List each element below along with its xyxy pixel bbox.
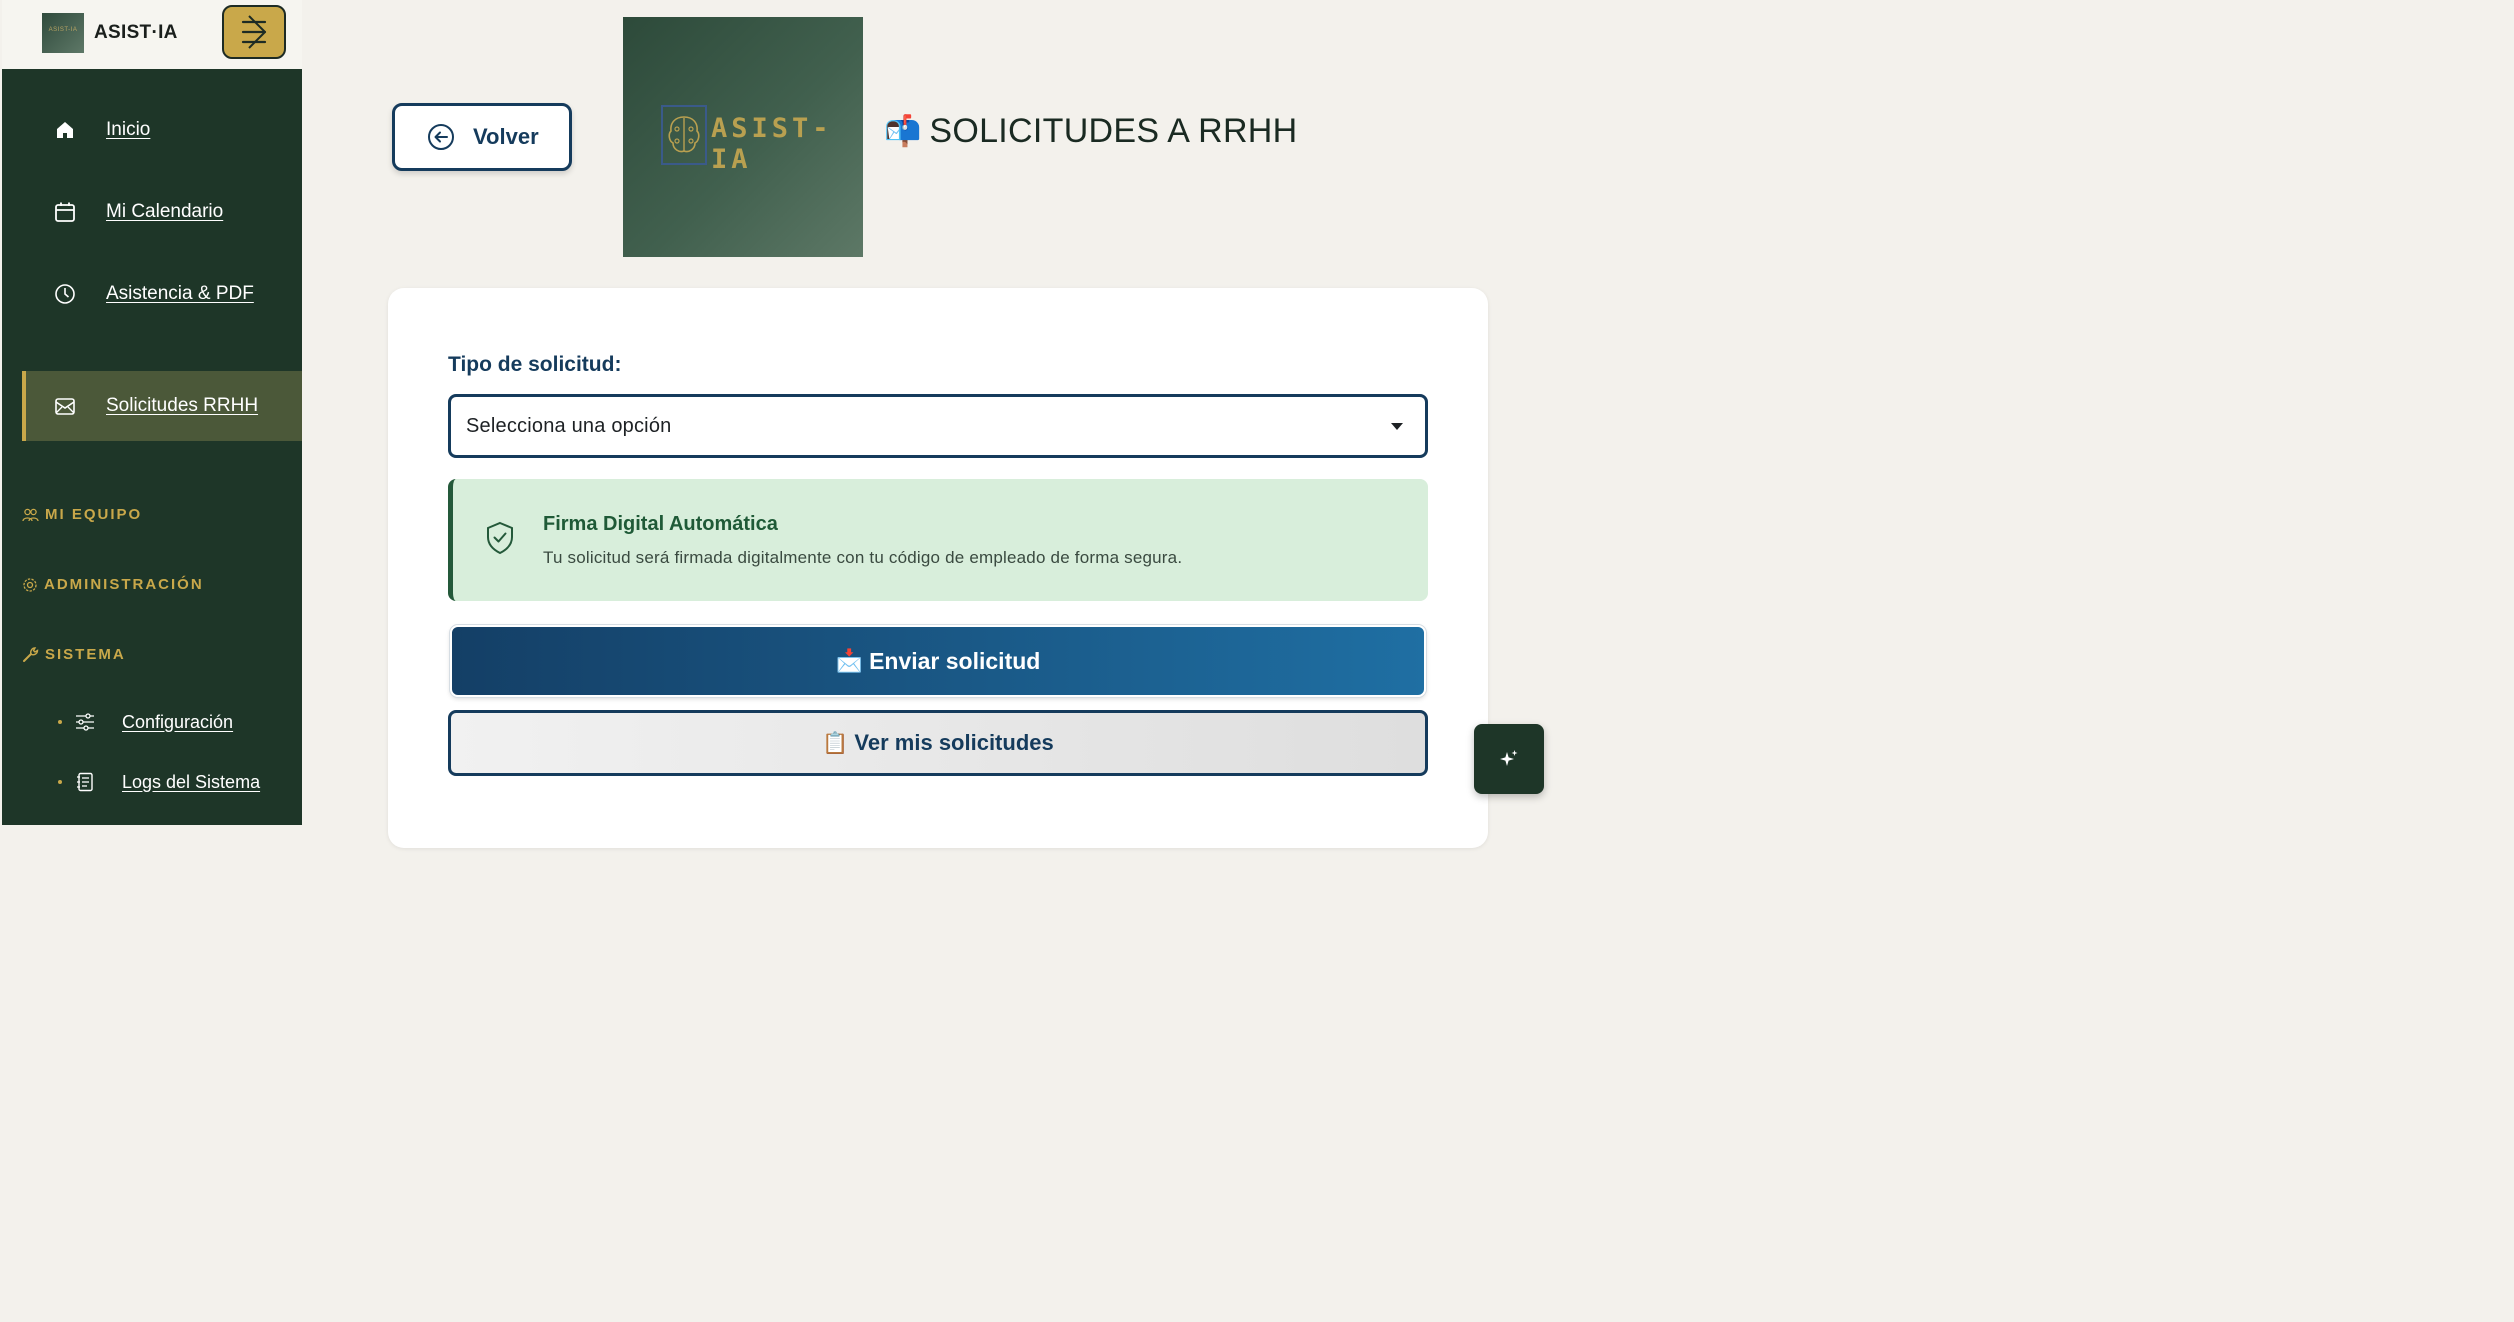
digital-signature-notice: Firma Digital Automática Tu solicitud se… (448, 479, 1428, 601)
view-requests-label: Ver mis solicitudes (854, 730, 1054, 755)
page-title: 📬 SOLICITUDES A RRHH (884, 112, 1298, 151)
section-label: SISTEMA (45, 646, 126, 663)
sidebar-item-label: Inicio (106, 119, 151, 140)
bullet-dot (58, 780, 62, 784)
home-icon (54, 119, 76, 141)
request-type-label: Tipo de solicitud: (448, 353, 622, 376)
section-label: ADMINISTRACIÓN (44, 576, 204, 593)
sidebar-item-solicitudes[interactable]: Solicitudes RRHH (22, 371, 302, 441)
envelope-icon: 📩 (835, 648, 864, 674)
inbox-icon (54, 395, 76, 417)
section-administracion[interactable]: ADMINISTRACIÓN (22, 576, 204, 593)
clipboard-icon: 📋 (822, 730, 849, 755)
calendar-icon (54, 201, 76, 223)
sidebar-item-label: Mi Calendario (106, 201, 224, 222)
view-requests-button[interactable]: 📋 Ver mis solicitudes (448, 710, 1428, 776)
sidebar: Inicio Mi Calendario Asistencia & PDF So… (2, 69, 302, 825)
request-form-card: Tipo de solicitud: Selecciona una opción… (388, 288, 1488, 848)
sidebar-item-label: Asistencia & PDF (106, 283, 254, 304)
notice-title: Firma Digital Automática (543, 513, 778, 535)
sidebar-item-configuracion[interactable]: Configuración (58, 711, 233, 733)
sidebar-item-inicio[interactable]: Inicio (22, 107, 302, 153)
brand-logo: ASIST-IA (42, 13, 84, 53)
hero-logo-text: ASIST-IA (711, 113, 833, 175)
submit-request-button[interactable]: 📩 Enviar solicitud (450, 625, 1426, 697)
back-button-label: Volver (473, 124, 539, 149)
sidebar-item-label: Logs del Sistema (122, 771, 261, 792)
submit-request-label: Enviar solicitud (869, 647, 1041, 674)
arrow-left-circle-icon (428, 124, 454, 150)
section-label: MI EQUIPO (45, 506, 143, 523)
sidebar-item-asistencia[interactable]: Asistencia & PDF (22, 271, 302, 317)
sidebar-item-logs[interactable]: Logs del Sistema (58, 771, 260, 793)
brand-name: ASIST·IA (94, 22, 178, 43)
users-icon (22, 508, 39, 521)
shield-check-icon (487, 521, 513, 555)
brand-logo-text: ASIST-IA (48, 27, 78, 33)
gear-icon (23, 577, 37, 592)
brain-circuit-icon (661, 105, 707, 165)
sparkles-icon (1500, 750, 1518, 766)
sidebar-header: ASIST-IA ASIST·IA (2, 0, 302, 69)
ai-assistant-button[interactable] (1474, 724, 1544, 794)
bullet-dot (58, 720, 62, 724)
chevron-down-icon (1391, 423, 1403, 430)
sidebar-item-calendario[interactable]: Mi Calendario (22, 189, 302, 235)
request-type-select[interactable]: Selecciona una opción (448, 394, 1428, 458)
page-title-text: SOLICITUDES A RRHH (929, 112, 1298, 150)
sidebar-item-label: Solicitudes RRHH (106, 395, 259, 416)
section-mi-equipo[interactable]: MI EQUIPO (22, 506, 142, 523)
clock-icon (54, 283, 76, 305)
sliders-icon (74, 711, 96, 733)
section-sistema[interactable]: SISTEMA (22, 646, 126, 663)
mailbox-icon: 📬 (884, 114, 922, 149)
log-icon (74, 771, 96, 793)
back-button[interactable]: Volver (392, 103, 572, 171)
notice-text: Tu solicitud será firmada digitalmente c… (543, 548, 1183, 567)
menu-toggle-button[interactable] (222, 5, 286, 59)
wrench-icon (23, 647, 39, 662)
sidebar-item-label: Configuración (122, 711, 234, 732)
menu-collapse-icon (241, 15, 267, 49)
request-type-value: Selecciona una opción (466, 414, 672, 437)
hero-logo: ASIST-IA (623, 17, 863, 257)
